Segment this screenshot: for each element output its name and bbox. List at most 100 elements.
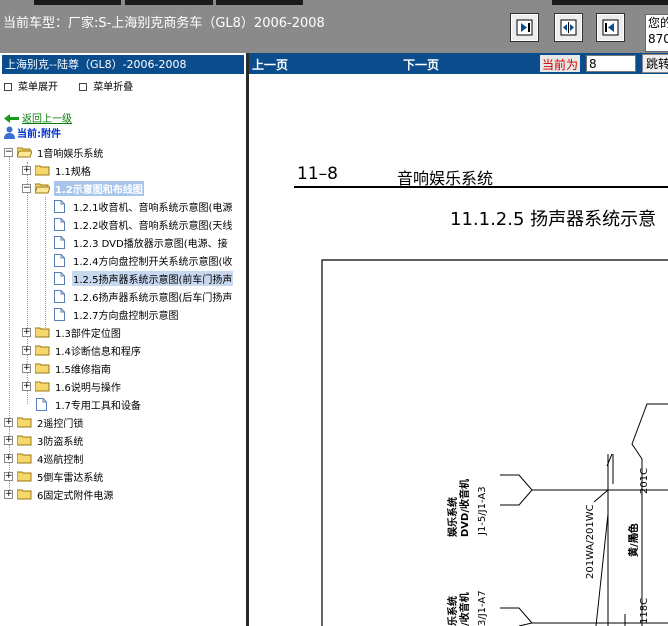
current-vehicle-value: 厂家:S-上海别克商务车（GL8）2006-2008 <box>68 16 325 31</box>
tree-item-doc[interactable]: 1.2.4方向盘控制开关系统示意图(收 <box>54 251 233 269</box>
document-icon <box>54 235 65 249</box>
tree-guide-line <box>45 197 46 332</box>
folder-icon <box>17 489 32 499</box>
document-icon <box>54 217 65 231</box>
collapse-all-label: 菜单折叠 <box>93 82 134 93</box>
expand-toggle-icon[interactable]: + <box>22 363 31 373</box>
collapse-toggle-icon[interactable]: − <box>4 147 13 157</box>
folder-icon <box>35 165 50 175</box>
tree-item-label: 3防盗系统 <box>37 436 84 448</box>
expand-all-button[interactable]: 菜单展开 <box>4 82 58 93</box>
wire <box>595 513 609 626</box>
tree-item-doc[interactable]: 1.2.2收音机、音响系统示意图(天线 <box>54 215 233 233</box>
expand-toggle-icon[interactable]: + <box>22 165 31 175</box>
back-arrow-icon <box>4 114 19 123</box>
component-outline <box>631 403 668 626</box>
tree-item-doc-active[interactable]: 1.2.5扬声器系统示意图(前车门扬声 <box>54 269 234 287</box>
close-frame-icon <box>602 19 619 36</box>
top-edge-tab <box>125 0 213 5</box>
tree-item-special-tools[interactable]: 1.7专用工具和设备 <box>36 395 142 413</box>
tree-item-label: 1.4诊断信息和程序 <box>55 346 141 358</box>
document-icon <box>54 199 65 213</box>
tree-item-label: 2遥控门锁 <box>37 418 84 430</box>
tree-item-description[interactable]: + 1.6说明与操作 <box>22 377 122 395</box>
expand-toggle-icon[interactable]: + <box>22 345 31 355</box>
tree-item-remote-lock[interactable]: + 2遥控门锁 <box>4 413 84 431</box>
tree-item-specs[interactable]: + 1.1规格 <box>22 161 92 179</box>
document-panel: 上一页 下一页 当前为 跳转 11–8 音响娱乐系统 11.1.2.5 扬声器系… <box>249 53 668 626</box>
tree-item-label: 1.1规格 <box>55 166 91 178</box>
system2-connector-label: 3/J1-A7 <box>477 590 488 626</box>
expand-toggle-icon[interactable]: + <box>4 471 13 481</box>
tree-item-doc[interactable]: 1.2.6扬声器系统示意图(后车门扬声 <box>54 287 233 305</box>
expand-toggle-icon[interactable]: + <box>4 435 13 445</box>
tile-windows-button[interactable] <box>554 13 583 42</box>
tree-item-label: 4巡航控制 <box>37 454 84 466</box>
tree-item-label: 1.2.7方向盘控制示意图 <box>73 310 179 322</box>
tree-item-anti-theft[interactable]: + 3防盗系统 <box>4 431 84 449</box>
expand-all-icon <box>4 83 12 91</box>
tree-item-cruise-control[interactable]: + 4巡航控制 <box>4 449 84 467</box>
tree-item-parking-radar[interactable]: + 5倒车雷达系统 <box>4 467 104 485</box>
next-page-link[interactable]: 下一页 <box>403 56 439 73</box>
back-link[interactable]: 返回上一级 <box>4 110 72 125</box>
current-vehicle: 当前车型：厂家:S-上海别克商务车（GL8）2006-2008 <box>3 12 325 31</box>
wire-color-label: 黄/黑色 <box>627 523 640 557</box>
sync-tree-button[interactable] <box>510 13 539 42</box>
tree-item-label: 6固定式附件电源 <box>37 490 114 502</box>
document-icon <box>54 307 65 321</box>
tree-item-schematics[interactable]: − 1.2示意图和布线图 <box>22 179 144 197</box>
tree-item-accessory-power[interactable]: + 6固定式附件电源 <box>4 485 114 503</box>
tile-windows-icon <box>560 19 577 36</box>
tree-item-repair-guide[interactable]: + 1.5维修指南 <box>22 359 112 377</box>
document-icon <box>54 271 65 285</box>
page-nav-bar: 上一页 下一页 当前为 跳转 <box>249 53 668 74</box>
wire-201c-label: 201C <box>639 468 650 494</box>
expand-toggle-icon[interactable]: + <box>22 327 31 337</box>
tree-item-component-locator[interactable]: + 1.3部件定位图 <box>22 323 122 341</box>
wiring-diagram: 娱乐系统DVD/收音机 J1-5/J1-A3 201WA/201WC 201C … <box>321 259 668 626</box>
tree-item-doc[interactable]: 1.2.7方向盘控制示意图 <box>54 305 179 323</box>
wire-201wa-label: 201WA/201WC <box>585 504 596 579</box>
page-number-input[interactable] <box>586 55 636 72</box>
expand-toggle-icon[interactable]: + <box>4 489 13 499</box>
folder-icon <box>35 381 50 391</box>
tree-item-label: 1.5维修指南 <box>55 364 111 376</box>
folder-open-icon <box>35 183 50 193</box>
user-info-line: 您的 <box>648 16 668 30</box>
tree-item-audio-system[interactable]: − 1音响娱乐系统 <box>4 143 104 161</box>
collapse-all-button[interactable]: 菜单折叠 <box>79 82 133 93</box>
tree-item-label: 1.7专用工具和设备 <box>55 400 141 412</box>
back-link-label: 返回上一级 <box>22 114 72 125</box>
collapse-toggle-icon[interactable]: − <box>22 183 31 193</box>
tree-item-label: 1.2.5扬声器系统示意图(前车门扬声 <box>72 270 234 286</box>
tree-item-label: 1.2.4方向盘控制开关系统示意图(收 <box>73 256 233 268</box>
document-icon <box>54 289 65 303</box>
tree-item-label: 1.2.6扬声器系统示意图(后车门扬声 <box>73 292 233 304</box>
tree-item-doc[interactable]: 1.2.3 DVD播放器示意图(电源、接 <box>54 233 229 251</box>
document-icon <box>54 253 65 267</box>
tree-item-label: 1.6说明与操作 <box>55 382 121 394</box>
folder-icon <box>17 435 32 445</box>
tree-item-label: 1.2.2收音机、音响系统示意图(天线 <box>73 220 233 232</box>
sync-tree-icon <box>516 19 533 36</box>
tree-item-label: 5倒车雷达系统 <box>37 472 104 484</box>
prev-page-link[interactable]: 上一页 <box>252 56 288 73</box>
top-edge-tab <box>34 0 121 5</box>
tree-panel-title: 上海别克--陆尊（GL8）-2006-2008 <box>2 55 244 74</box>
user-icon <box>4 126 15 139</box>
close-frame-button[interactable] <box>596 13 625 42</box>
folder-icon <box>35 327 50 337</box>
wire-118c-label: 118C <box>639 598 650 624</box>
jump-button[interactable]: 跳转 <box>642 54 668 73</box>
expand-toggle-icon[interactable]: + <box>22 381 31 391</box>
system2-module-label-line1: 乐系统 <box>446 596 459 626</box>
tree-item-doc[interactable]: 1.2.1收音机、音响系统示意图(电源 <box>54 197 233 215</box>
tree-item-label: 1.2.3 DVD播放器示意图(电源、接 <box>73 238 228 250</box>
tree-item-diagnostics[interactable]: + 1.4诊断信息和程序 <box>22 341 142 359</box>
expand-toggle-icon[interactable]: + <box>4 417 13 427</box>
connector-shape <box>500 474 533 506</box>
tree-item-label: 1.2.1收音机、音响系统示意图(电源 <box>73 202 233 214</box>
user-info-box: 您的 870 <box>645 14 668 52</box>
expand-toggle-icon[interactable]: + <box>4 453 13 463</box>
